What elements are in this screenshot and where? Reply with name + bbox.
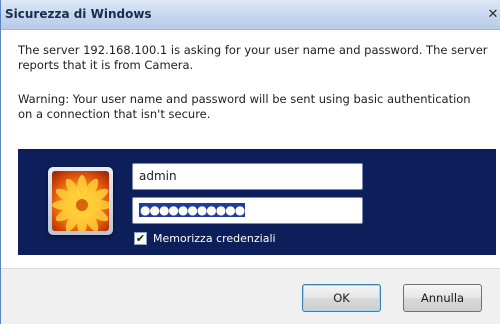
avatar xyxy=(48,167,113,235)
checkmark-icon: ✔ xyxy=(135,231,146,245)
username-field[interactable]: admin xyxy=(132,163,363,190)
remember-credentials[interactable]: ✔ Memorizza credenziali xyxy=(134,230,276,246)
ok-button[interactable]: OK xyxy=(302,284,381,312)
close-button[interactable]: ✕ xyxy=(485,6,500,24)
password-field[interactable]: ●●●●●●●●●●● xyxy=(132,197,363,224)
title-bar[interactable]: Sicurezza di Windows ✕ xyxy=(1,0,500,30)
password-mask: ●●●●●●●●●●● xyxy=(139,203,245,217)
server-message: The server 192.168.100.1 is asking for y… xyxy=(18,43,488,72)
username-value: admin xyxy=(139,169,177,183)
window-title: Sicurezza di Windows xyxy=(5,7,152,21)
remember-checkbox[interactable]: ✔ xyxy=(134,231,147,245)
user-flower-avatar-icon xyxy=(52,171,109,231)
cancel-button[interactable]: Annulla xyxy=(403,284,482,312)
windows-security-dialog: Sicurezza di Windows ✕ The server 192.16… xyxy=(0,0,500,324)
warning-message: Warning: Your user name and password wil… xyxy=(18,92,471,121)
remember-label: Memorizza credenziali xyxy=(153,231,276,245)
